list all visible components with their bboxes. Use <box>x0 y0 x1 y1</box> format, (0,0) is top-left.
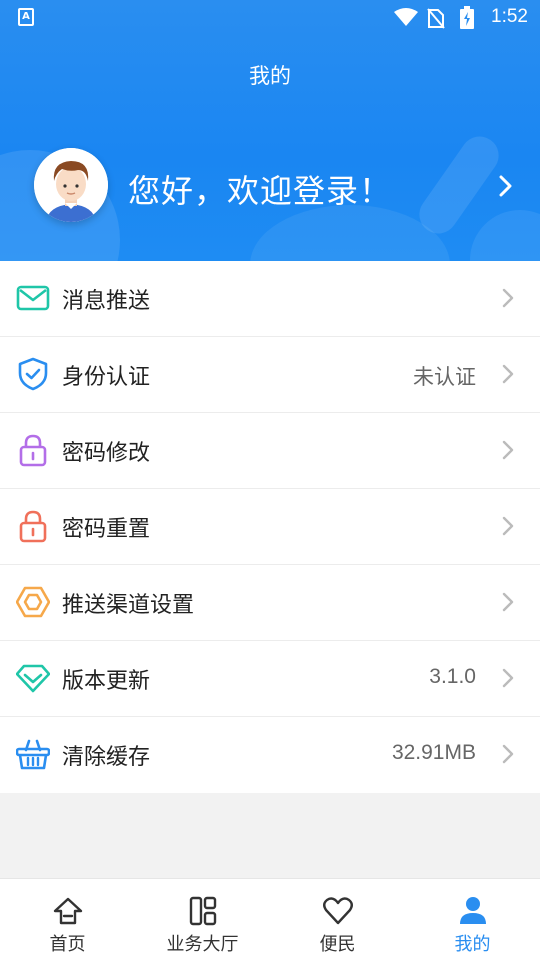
version-value: 3.1.0 <box>429 665 476 688</box>
chevron-right-icon <box>502 288 514 308</box>
profile-header: A 1:52 我的 您好，欢迎登录！ <box>0 0 540 261</box>
menu-item-label: 版本更新 <box>62 669 151 694</box>
auth-status-value: 未认证 <box>413 366 476 389</box>
page-title: 我的 <box>249 64 291 88</box>
user-icon <box>459 897 486 924</box>
wifi-icon <box>394 8 418 26</box>
lock-icon <box>19 434 47 467</box>
bottom-tab-bar: 首页 业务大厅 便民 我的 <box>0 878 540 961</box>
chevron-right-icon <box>502 668 514 688</box>
menu-item-change-password[interactable]: 密码修改 <box>0 413 540 489</box>
tab-convenience[interactable]: 便民 <box>270 879 405 961</box>
menu-item-version-update[interactable]: 版本更新 3.1.0 <box>0 641 540 717</box>
no-sim-icon <box>427 8 445 29</box>
chevron-right-icon <box>502 744 514 764</box>
menu-item-label: 推送渠道设置 <box>62 593 195 618</box>
menu-item-label: 身份认证 <box>62 365 151 390</box>
menu-item-clear-cache[interactable]: 清除缓存 32.91MB <box>0 717 540 793</box>
menu-item-label: 密码重置 <box>62 517 151 542</box>
home-icon <box>53 897 82 925</box>
cache-size-value: 32.91MB <box>391 741 476 764</box>
tab-label: 我的 <box>454 934 491 955</box>
avatar-illustration <box>34 148 108 222</box>
tab-mine[interactable]: 我的 <box>405 879 540 961</box>
tab-label: 首页 <box>49 934 86 955</box>
tab-business-hall[interactable]: 业务大厅 <box>135 879 270 961</box>
basket-icon <box>16 739 50 770</box>
avatar[interactable] <box>34 148 108 222</box>
chevron-right-icon <box>502 516 514 536</box>
battery-charging-icon <box>460 6 474 29</box>
shield-check-icon <box>18 357 48 391</box>
chevron-right-icon <box>502 440 514 460</box>
grid-icon <box>189 896 216 926</box>
menu-item-reset-password[interactable]: 密码重置 <box>0 489 540 565</box>
tab-label: 业务大厅 <box>166 934 239 955</box>
welcome-login-text[interactable]: 您好，欢迎登录！ <box>128 166 392 212</box>
menu-item-label: 消息推送 <box>62 289 151 314</box>
settings-menu: 消息推送 身份认证 未认证 密码修改 密码重置 推送渠道设置 版本更新 3.1.… <box>0 261 540 793</box>
mail-icon <box>16 285 50 311</box>
menu-item-label: 清除缓存 <box>62 745 151 770</box>
tab-label: 便民 <box>319 934 356 955</box>
heart-icon <box>322 897 353 925</box>
menu-item-identity-auth[interactable]: 身份认证 未认证 <box>0 337 540 413</box>
status-bar: A 1:52 <box>0 0 540 36</box>
chevron-right-icon[interactable] <box>498 174 514 198</box>
app-notification-icon: A <box>18 8 34 26</box>
chevron-right-icon <box>502 364 514 384</box>
diamond-icon <box>16 664 50 693</box>
hexagon-nut-icon <box>16 586 50 618</box>
menu-item-message-push[interactable]: 消息推送 <box>0 261 540 337</box>
header-decoration <box>470 210 540 261</box>
lock-icon <box>19 510 47 543</box>
status-time: 1:52 <box>491 6 528 27</box>
menu-item-push-channel-settings[interactable]: 推送渠道设置 <box>0 565 540 641</box>
tab-home[interactable]: 首页 <box>0 879 135 961</box>
menu-item-label: 密码修改 <box>62 441 151 466</box>
chevron-right-icon <box>502 592 514 612</box>
